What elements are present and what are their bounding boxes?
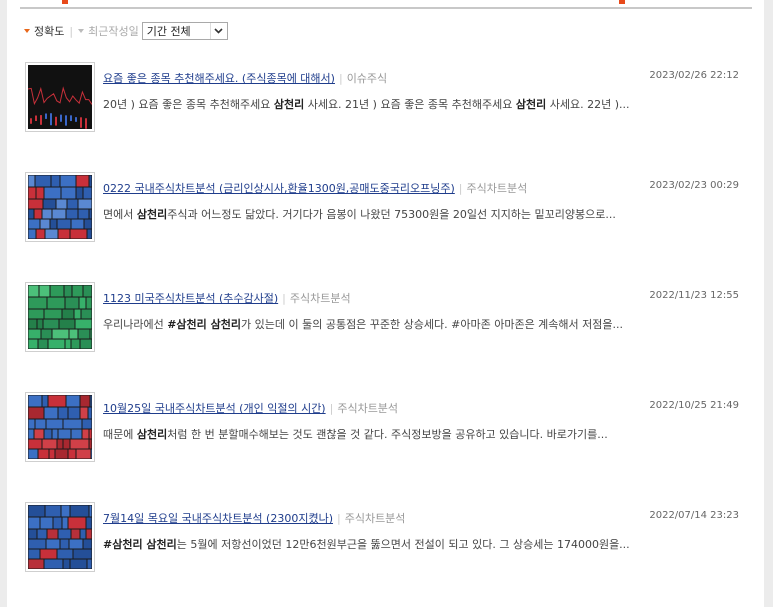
snippet-text: 때문에 bbox=[103, 428, 137, 441]
treemap-thumbnail-image bbox=[28, 395, 92, 459]
result-snippet: 때문에 삼천리처럼 한 번 분할매수해보는 것도 괜찮을 것 같다. 주식정보방… bbox=[103, 426, 735, 442]
snippet-highlight: 삼천리 bbox=[136, 428, 168, 441]
snippet-text: 사세요. 21년 ) 요즘 좋은 종목 추천해주세요 bbox=[304, 98, 516, 111]
result-title-line: 7월14일 목요일 국내주식차트분석 (2300지켰나) | 주식차트분석 bbox=[103, 510, 623, 526]
post-thumbnail[interactable] bbox=[25, 172, 95, 242]
result-snippet: #삼천리 삼천리는 5월에 저항선이었던 12만6천원부근을 뚫으면서 전설이 … bbox=[103, 536, 735, 552]
result-title-line: 요즘 좋은 종목 추천해주세요. (주식종목에 대해서) | 이슈주식 bbox=[103, 70, 623, 86]
snippet-highlight: #삼천리 삼천리 bbox=[103, 538, 177, 551]
divider: | bbox=[458, 182, 463, 195]
snippet-text: 20년 ) 요즘 좋은 종목 추천해주세요 bbox=[103, 98, 274, 111]
result-title-link[interactable]: 1123 미국주식차트분석 (추수감사절) bbox=[103, 292, 278, 305]
result-category[interactable]: 주식차트분석 bbox=[467, 182, 528, 195]
post-thumbnail[interactable] bbox=[25, 392, 95, 462]
result-date: 2023/02/26 22:12 bbox=[649, 70, 739, 81]
result-category[interactable]: 주식차트분석 bbox=[290, 292, 351, 305]
result-date: 2023/02/23 00:29 bbox=[649, 180, 739, 191]
sort-recent[interactable]: 최근작성일 bbox=[88, 23, 139, 39]
divider: | bbox=[329, 402, 334, 415]
snippet-highlight: 삼천리 bbox=[515, 98, 547, 111]
snippet-highlight: 삼천리 bbox=[136, 208, 168, 221]
sort-accuracy[interactable]: 정확도 bbox=[34, 23, 64, 39]
top-accent-mark bbox=[619, 0, 625, 4]
caret-down-icon bbox=[78, 29, 85, 33]
result-title-line: 1123 미국주식차트분석 (추수감사절) | 주식차트분석 bbox=[103, 290, 623, 306]
result-date: 2022/11/23 12:55 bbox=[649, 290, 739, 301]
snippet-highlight: #삼천리 삼천리 bbox=[167, 318, 241, 331]
snippet-text: 는 5월에 저항선이었던 12만6천원부근을 뚫으면서 전설이 되고 있다. 그… bbox=[176, 538, 630, 551]
result-title-link[interactable]: 요즘 좋은 종목 추천해주세요. (주식종목에 대해서) bbox=[103, 72, 335, 85]
result-title-link[interactable]: 7월14일 목요일 국내주식차트분석 (2300지켰나) bbox=[103, 512, 333, 525]
result-item: 요즘 좋은 종목 추천해주세요. (주식종목에 대해서) | 이슈주식 2023/02… bbox=[25, 62, 741, 172]
result-date: 2022/07/14 23:23 bbox=[649, 510, 739, 521]
post-thumbnail[interactable] bbox=[25, 502, 95, 572]
result-category[interactable]: 이슈주식 bbox=[347, 72, 387, 85]
caret-down-icon bbox=[24, 29, 30, 33]
snippet-highlight: 삼천리 bbox=[273, 98, 305, 111]
top-divider bbox=[20, 7, 752, 9]
result-snippet: 우리나라에선 #삼천리 삼천리가 있는데 이 둘의 공통점은 꾸준한 상승세다.… bbox=[103, 316, 735, 332]
post-thumbnail[interactable] bbox=[25, 282, 95, 352]
snippet-text: 사세요. 22년 )... bbox=[546, 98, 630, 111]
divider: | bbox=[338, 72, 343, 85]
result-category[interactable]: 주식차트분석 bbox=[345, 512, 406, 525]
divider: | bbox=[336, 512, 341, 525]
result-title-line: 10월25일 국내주식차트분석 (개인 익절의 시간) | 주식차트분석 bbox=[103, 400, 623, 416]
snippet-text: 우리나라에선 bbox=[103, 318, 168, 331]
period-select[interactable]: 기간 전체 bbox=[141, 22, 228, 40]
results-list: 요즘 좋은 종목 추천해주세요. (주식종목에 대해서) | 이슈주식 2023/02… bbox=[25, 62, 741, 607]
divider: | bbox=[282, 292, 286, 305]
result-category[interactable]: 주식차트분석 bbox=[337, 402, 398, 415]
result-item: 0222 국내주식차트분석 (금리인상시사,환율1300원,공매도중국리오프닝주… bbox=[25, 172, 741, 282]
snippet-text: 가 있는데 이 둘의 공통점은 꾸준한 상승세다. #아마존 아마존은 계속해서… bbox=[241, 318, 624, 331]
snippet-text: 면에서 bbox=[103, 208, 137, 221]
result-item: 10월25일 국내주식차트분석 (개인 익절의 시간) | 주식차트분석 2022/1… bbox=[25, 392, 741, 502]
result-snippet: 20년 ) 요즘 좋은 종목 추천해주세요 삼천리 사세요. 21년 ) 요즘 … bbox=[103, 96, 735, 112]
period-select-value: 기간 전체 bbox=[146, 25, 191, 38]
search-results-panel: 정확도 | 최근작성일 기간 전체 요즘 좋은 종목 추천해주세요. (주식종목… bbox=[7, 0, 764, 607]
snippet-text: 주식과 어느정도 닮았다. 거기다가 음봉이 나왔던 75300원을 20일선 … bbox=[167, 208, 616, 221]
result-snippet: 면에서 삼천리주식과 어느정도 닮았다. 거기다가 음봉이 나왔던 75300원… bbox=[103, 206, 735, 222]
post-thumbnail[interactable] bbox=[25, 62, 95, 132]
sort-bar: 정확도 | 최근작성일 기간 전체 bbox=[24, 20, 228, 42]
result-title-line: 0222 국내주식차트분석 (금리인상시사,환율1300원,공매도중국리오프닝주… bbox=[103, 180, 623, 196]
treemap-thumbnail-image bbox=[28, 505, 92, 569]
result-title-link[interactable]: 10월25일 국내주식차트분석 (개인 익절의 시간) bbox=[103, 402, 326, 415]
treemap-thumbnail-image bbox=[28, 285, 92, 349]
chevron-down-icon bbox=[209, 23, 227, 39]
result-item: 1123 미국주식차트분석 (추수감사절) | 주식차트분석 2022/11/23 1… bbox=[25, 282, 741, 392]
result-title-link[interactable]: 0222 국내주식차트분석 (금리인상시사,환율1300원,공매도중국리오프닝주… bbox=[103, 182, 455, 195]
result-item: 7월14일 목요일 국내주식차트분석 (2300지켰나) | 주식차트분석 2022/… bbox=[25, 502, 741, 607]
treemap-thumbnail-image bbox=[28, 65, 92, 129]
result-date: 2022/10/25 21:49 bbox=[649, 400, 739, 411]
separator: | bbox=[69, 24, 74, 38]
snippet-text: 처럼 한 번 분할매수해보는 것도 괜찮을 것 같다. 주식정보방을 공유하고 … bbox=[167, 428, 608, 441]
top-accent-mark bbox=[62, 0, 68, 4]
treemap-thumbnail-image bbox=[28, 175, 92, 239]
